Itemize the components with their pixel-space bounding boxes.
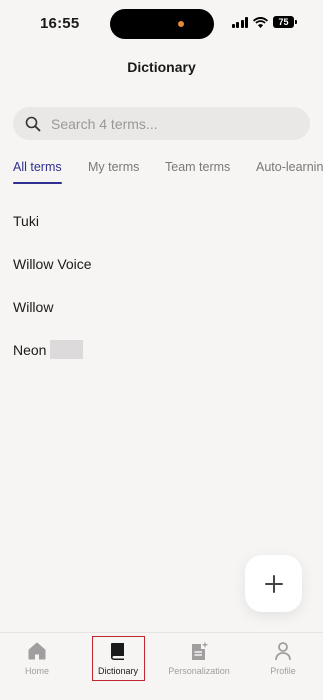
filter-tabs: All terms My terms Team terms Auto-learn… bbox=[13, 158, 323, 188]
search-input[interactable] bbox=[51, 115, 291, 132]
dictionary-screen: 16:55 75 Dictionary Search 4 terms... Al… bbox=[0, 0, 323, 700]
tab-team-terms[interactable]: Team terms bbox=[165, 160, 230, 174]
nav-item-home[interactable]: Home bbox=[0, 641, 77, 676]
tab-all-terms[interactable]: All terms bbox=[13, 160, 62, 174]
add-term-button[interactable] bbox=[245, 555, 302, 612]
term-item[interactable]: Tuki bbox=[13, 213, 310, 256]
nav-item-personalization[interactable]: Personalization bbox=[159, 641, 239, 676]
recording-indicator-icon bbox=[178, 21, 184, 27]
active-tab-indicator bbox=[13, 182, 62, 184]
tab-my-terms[interactable]: My terms bbox=[88, 160, 139, 174]
wifi-icon bbox=[253, 16, 268, 28]
term-list: Tuki Willow Voice Willow Neon bbox=[13, 213, 310, 385]
nav-item-dictionary[interactable]: Dictionary bbox=[78, 641, 158, 676]
term-label: Willow bbox=[13, 299, 54, 315]
tab-auto-learning[interactable]: Auto-learning bbox=[256, 160, 323, 174]
search-bar[interactable] bbox=[13, 107, 310, 140]
status-time: 16:55 bbox=[40, 15, 80, 32]
term-label: Tuki bbox=[13, 213, 39, 229]
nav-label: Profile bbox=[270, 666, 296, 676]
status-bar: 16:55 75 bbox=[0, 0, 323, 48]
home-icon bbox=[28, 642, 46, 660]
term-label: Willow Voice bbox=[13, 256, 92, 272]
term-item[interactable]: Willow Voice bbox=[13, 256, 310, 299]
nav-item-profile[interactable]: Profile bbox=[243, 641, 323, 676]
term-label: Neon bbox=[13, 342, 47, 358]
term-item[interactable]: Willow bbox=[13, 299, 310, 342]
cellular-signal-icon bbox=[231, 16, 248, 28]
term-item[interactable]: Neon bbox=[13, 340, 310, 385]
dynamic-island bbox=[110, 9, 214, 39]
bottom-nav: Home Dictionary Personalization Profile bbox=[0, 632, 323, 700]
document-sparkle-icon bbox=[192, 641, 209, 660]
nav-label: Personalization bbox=[168, 666, 230, 676]
redacted-block bbox=[50, 340, 84, 359]
battery-level: 75 bbox=[273, 16, 294, 28]
page-title: Dictionary bbox=[127, 59, 196, 75]
nav-label: Home bbox=[24, 666, 49, 676]
status-icons: 75 bbox=[231, 16, 297, 28]
search-icon bbox=[25, 116, 41, 131]
book-icon bbox=[111, 643, 124, 660]
battery-icon: 75 bbox=[273, 16, 297, 28]
nav-label: Dictionary bbox=[97, 666, 138, 676]
person-icon bbox=[275, 642, 291, 661]
plus-icon bbox=[264, 574, 283, 593]
